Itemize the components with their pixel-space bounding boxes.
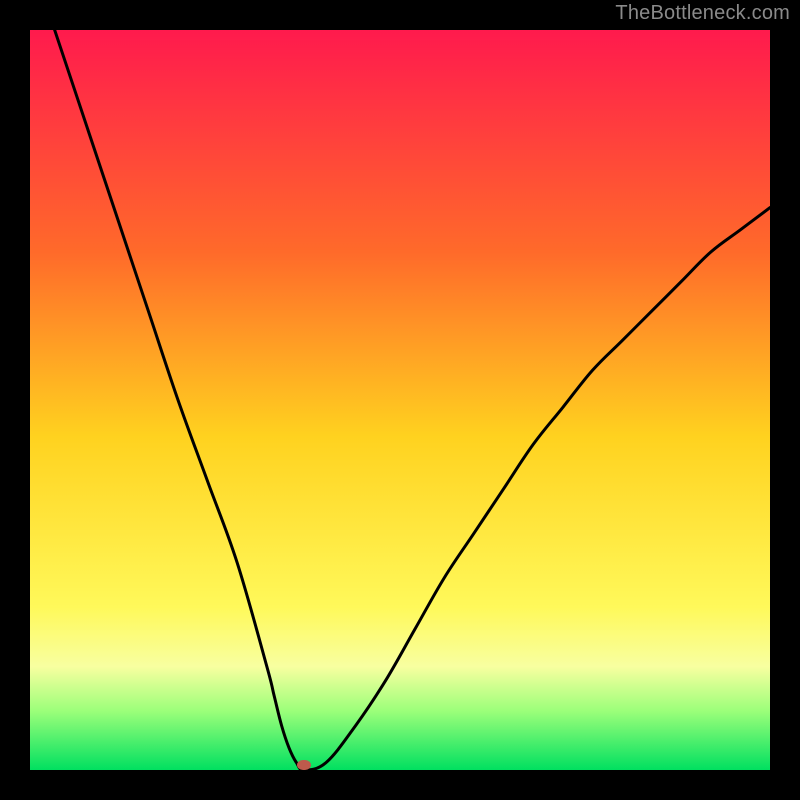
chart-frame: TheBottleneck.com (0, 0, 800, 800)
watermark-text: TheBottleneck.com (615, 2, 790, 25)
bottleneck-curve (30, 30, 770, 770)
plot-area (30, 30, 770, 770)
minimum-marker (297, 760, 311, 770)
